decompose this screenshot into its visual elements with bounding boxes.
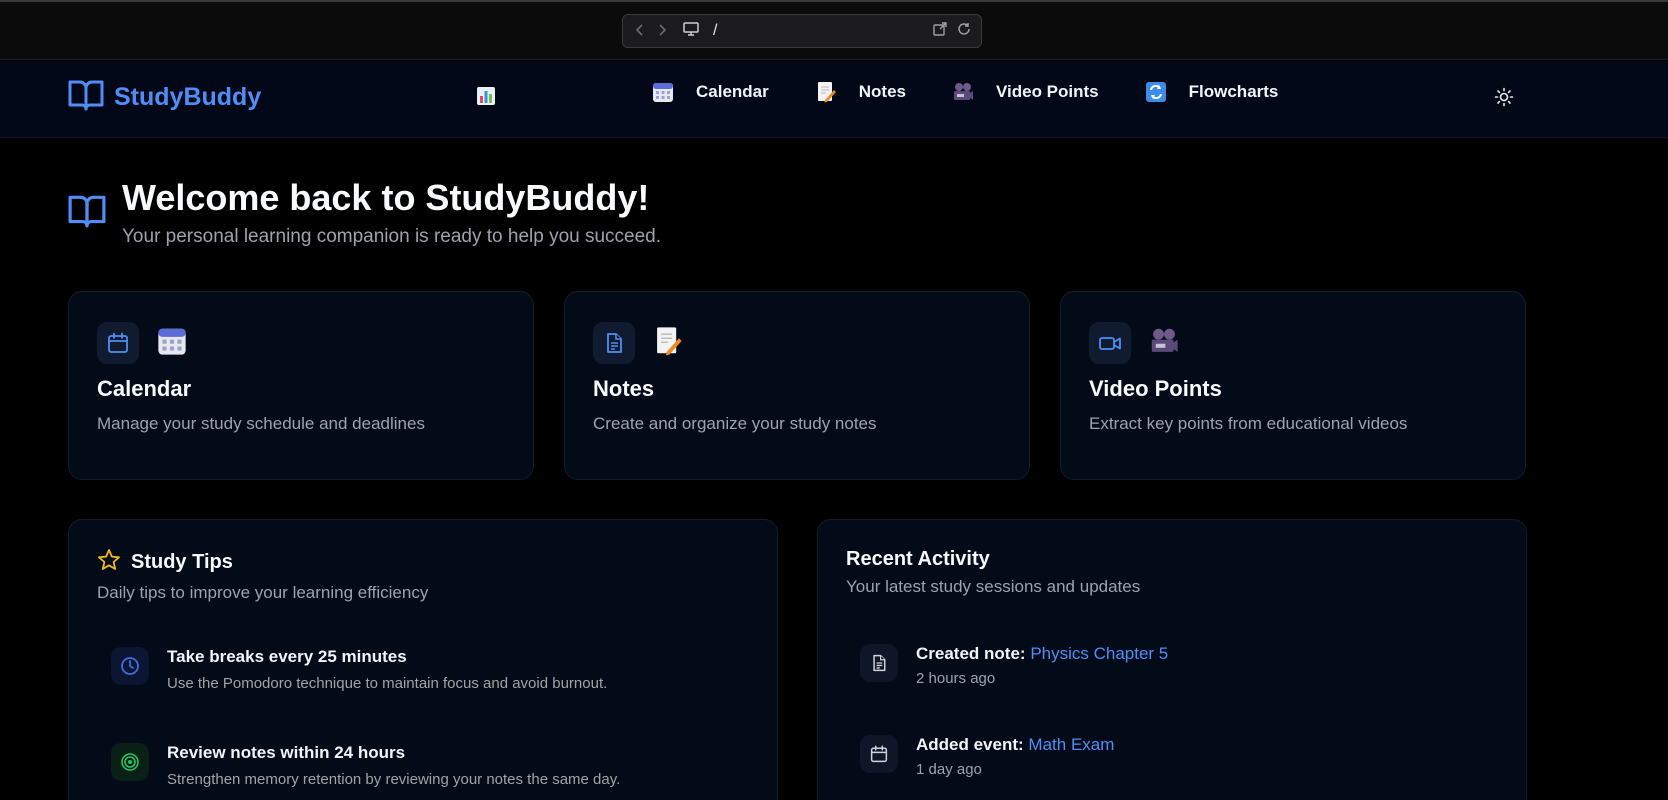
nav-video-points[interactable]: Video Points xyxy=(952,81,1099,103)
bar-chart-emoji-icon[interactable] xyxy=(476,86,498,108)
open-book-icon xyxy=(68,194,106,248)
file-text-icon xyxy=(860,644,898,682)
nav-notes[interactable]: Notes xyxy=(815,81,906,103)
feature-desc: Manage your study schedule and deadlines xyxy=(97,414,425,433)
memo-emoji-icon xyxy=(815,81,837,103)
movie-camera-emoji-icon xyxy=(952,81,974,103)
page-subtitle: Your personal learning companion is read… xyxy=(122,226,662,247)
page-title: Welcome back to StudyBuddy! xyxy=(122,177,650,218)
browser-chrome: / xyxy=(0,0,1668,60)
chevron-right-icon[interactable] xyxy=(651,23,673,39)
movie-camera-emoji-icon xyxy=(1149,326,1179,361)
activity-link[interactable]: Physics Chapter 5 xyxy=(1030,644,1168,663)
feature-card-notes[interactable]: Notes Create and organize your study not… xyxy=(564,291,1030,480)
brand-link[interactable]: StudyBuddy xyxy=(68,79,261,116)
activity-time: 1 day ago xyxy=(916,761,982,778)
app-header: StudyBuddy Calendar Notes Video Points F… xyxy=(0,61,1668,138)
calendar-emoji-icon xyxy=(157,326,187,361)
calendar-emoji-icon xyxy=(652,81,674,103)
recent-activity-panel: Recent Activity Your latest study sessio… xyxy=(817,519,1527,800)
arrows-cycle-emoji-icon xyxy=(1145,81,1167,103)
tip-item: Take breaks every 25 minutes Use the Pom… xyxy=(111,647,607,692)
activity-prefix: Added event: xyxy=(916,735,1024,754)
nav-calendar[interactable]: Calendar xyxy=(652,81,769,103)
nav-flowcharts[interactable]: Flowcharts xyxy=(1145,81,1279,103)
feature-card-video-points[interactable]: Video Points Extract key points from edu… xyxy=(1060,291,1526,480)
recent-activity-subtitle: Your latest study sessions and updates xyxy=(846,577,1141,596)
target-icon xyxy=(111,743,149,781)
welcome-section: Welcome back to StudyBuddy! Your persona… xyxy=(68,178,661,248)
tip-title: Take breaks every 25 minutes xyxy=(167,647,407,666)
tip-desc: Use the Pomodoro technique to maintain f… xyxy=(167,675,608,692)
file-text-icon xyxy=(593,322,635,364)
address-bar[interactable]: / xyxy=(622,14,982,48)
external-link-icon[interactable] xyxy=(933,21,947,41)
nav-notes-label: Notes xyxy=(858,82,906,101)
brand-name: StudyBuddy xyxy=(114,83,262,111)
clock-icon xyxy=(111,647,149,685)
study-tips-subtitle: Daily tips to improve your learning effi… xyxy=(97,583,429,602)
tip-title: Review notes within 24 hours xyxy=(167,743,406,762)
feature-card-calendar[interactable]: Calendar Manage your study schedule and … xyxy=(68,291,534,480)
study-tips-title: Study Tips xyxy=(131,551,233,573)
tip-desc: Strengthen memory retention by reviewing… xyxy=(167,771,621,788)
nav-flowcharts-label: Flowcharts xyxy=(1188,82,1279,101)
feature-desc: Extract key points from educational vide… xyxy=(1089,414,1408,433)
calendar-icon xyxy=(860,735,898,773)
study-tips-panel: Study Tips Daily tips to improve your le… xyxy=(68,519,778,800)
sun-icon[interactable] xyxy=(1494,87,1514,112)
feature-title: Calendar xyxy=(97,376,192,401)
nav-calendar-label: Calendar xyxy=(696,82,769,101)
video-camera-icon xyxy=(1089,322,1131,364)
activity-item[interactable]: Added event: Math Exam 1 day ago xyxy=(860,735,1114,778)
activity-item[interactable]: Created note: Physics Chapter 5 2 hours … xyxy=(860,644,1168,687)
tip-item: Review notes within 24 hours Strengthen … xyxy=(111,743,620,788)
main-nav: Calendar Notes Video Points Flowcharts xyxy=(652,81,1278,103)
monitor-icon xyxy=(683,21,699,41)
recent-activity-title: Recent Activity xyxy=(846,548,990,570)
chevron-left-icon[interactable] xyxy=(629,23,651,39)
feature-desc: Create and organize your study notes xyxy=(593,414,877,433)
feature-title: Video Points xyxy=(1089,376,1222,401)
activity-time: 2 hours ago xyxy=(916,670,996,687)
memo-emoji-icon xyxy=(653,326,683,361)
activity-link[interactable]: Math Exam xyxy=(1028,735,1114,754)
nav-video-points-label: Video Points xyxy=(995,82,1099,101)
feature-title: Notes xyxy=(593,376,655,401)
star-icon xyxy=(97,548,121,577)
url-text[interactable]: / xyxy=(713,22,717,40)
activity-prefix: Created note: xyxy=(916,644,1026,663)
calendar-icon xyxy=(97,322,139,364)
reload-icon[interactable] xyxy=(957,22,971,41)
open-book-icon xyxy=(68,79,104,116)
